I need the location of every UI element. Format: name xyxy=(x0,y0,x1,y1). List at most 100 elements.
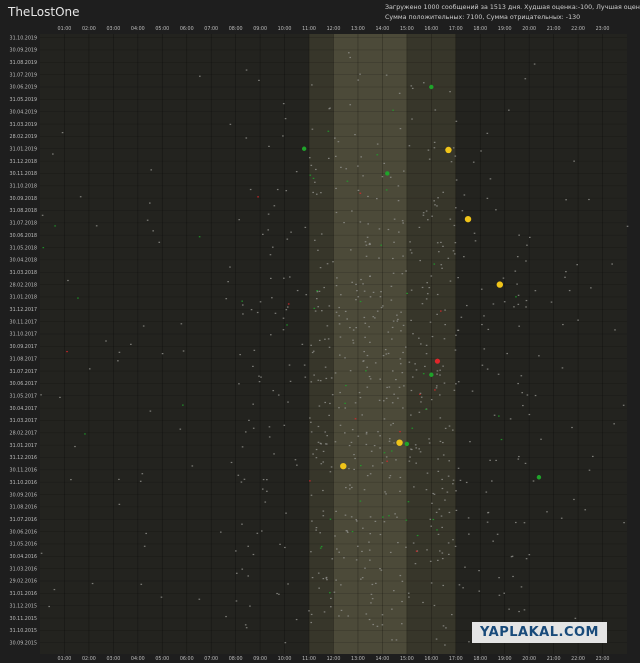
post-marker xyxy=(418,226,421,229)
post-marker xyxy=(326,263,329,265)
post-marker xyxy=(329,518,332,520)
post-marker xyxy=(344,407,347,409)
post-marker xyxy=(310,421,312,423)
y-tick-label: 31.03.2018 xyxy=(10,270,37,276)
post-marker xyxy=(344,514,347,516)
band-inner xyxy=(333,34,407,654)
x-tick-label-bottom: 19:00 xyxy=(498,656,512,662)
x-tick-label-top: 19:00 xyxy=(498,26,512,32)
x-axis-bottom: 01:00 02:00 03:00 04:00 05:00 06:00 07:00 08:00… xyxy=(58,656,610,662)
post-marker xyxy=(395,639,398,641)
post-marker xyxy=(379,296,382,298)
post-marker xyxy=(442,191,445,193)
post-marker xyxy=(565,271,567,273)
post-marker xyxy=(285,190,288,192)
post-marker xyxy=(313,307,316,309)
post-marker xyxy=(339,336,342,338)
x-axis-top: 01:00 02:00 03:00 04:00 05:00 06:00 07:00 08:00… xyxy=(58,26,610,32)
post-marker xyxy=(337,141,340,143)
post-marker xyxy=(388,386,391,388)
x-tick-label-bottom: 04:00 xyxy=(131,656,145,662)
post-marker xyxy=(354,134,356,136)
post-marker xyxy=(343,557,345,559)
post-marker xyxy=(449,280,452,282)
post-marker xyxy=(487,328,490,331)
post-marker xyxy=(252,365,254,367)
post-marker xyxy=(348,468,350,470)
x-tick-label-bottom: 17:00 xyxy=(449,656,463,662)
y-tick-label: 30.09.2018 xyxy=(10,196,37,202)
post-marker xyxy=(365,613,368,615)
post-marker xyxy=(396,516,398,518)
post-marker xyxy=(149,202,151,204)
post-marker xyxy=(241,300,243,302)
post-marker xyxy=(495,459,497,462)
post-marker xyxy=(150,169,153,171)
post-marker xyxy=(191,465,194,467)
post-marker xyxy=(444,427,447,430)
post-marker xyxy=(382,400,385,402)
x-tick-label-top: 07:00 xyxy=(204,26,218,32)
post-marker xyxy=(440,264,443,266)
post-marker xyxy=(324,401,327,404)
post-marker xyxy=(430,582,433,584)
x-tick-label-top: 15:00 xyxy=(400,26,414,32)
post-marker xyxy=(492,540,494,542)
post-marker xyxy=(351,281,353,283)
y-tick-label: 30.04.2019 xyxy=(10,109,37,115)
post-marker xyxy=(329,402,331,405)
post-marker xyxy=(276,188,279,191)
post-marker xyxy=(334,441,337,443)
post-marker xyxy=(395,379,397,381)
post-marker xyxy=(346,318,349,320)
post-marker xyxy=(279,543,281,545)
post-marker xyxy=(436,385,438,387)
post-marker xyxy=(391,326,394,329)
post-marker xyxy=(408,460,411,462)
post-marker xyxy=(448,460,451,462)
post-marker xyxy=(351,530,354,533)
post-marker xyxy=(357,545,359,547)
post-marker xyxy=(182,350,185,352)
post-marker xyxy=(448,553,450,556)
post-marker xyxy=(422,601,424,604)
post-marker xyxy=(336,277,338,279)
post-marker xyxy=(333,591,336,593)
y-tick-label: 30.09.2015 xyxy=(10,640,37,646)
x-tick-label-bottom: 15:00 xyxy=(400,656,414,662)
post-marker xyxy=(516,283,518,285)
post-marker xyxy=(437,197,439,199)
post-marker xyxy=(432,518,435,521)
post-marker xyxy=(435,511,438,514)
post-marker xyxy=(296,464,298,466)
post-marker xyxy=(411,376,414,378)
post-marker xyxy=(359,73,361,75)
post-marker xyxy=(415,369,418,371)
post-marker xyxy=(591,455,594,458)
post-marker xyxy=(506,352,508,355)
post-marker xyxy=(268,145,270,147)
post-marker xyxy=(276,592,278,595)
y-tick-label: 31.08.2018 xyxy=(10,208,37,214)
post-marker xyxy=(351,429,354,431)
post-marker xyxy=(310,494,313,496)
x-tick-label-top: 08:00 xyxy=(229,26,243,32)
post-marker xyxy=(315,529,317,531)
post-marker xyxy=(425,353,428,355)
post-marker xyxy=(357,189,360,191)
post-marker xyxy=(319,267,322,269)
post-marker xyxy=(564,276,566,278)
post-marker xyxy=(397,185,400,187)
post-marker xyxy=(364,567,366,569)
post-marker xyxy=(308,610,310,612)
post-marker xyxy=(514,270,517,272)
post-marker xyxy=(282,135,284,137)
post-marker xyxy=(318,405,321,407)
post-marker xyxy=(521,392,524,394)
post-marker xyxy=(363,316,366,319)
post-marker xyxy=(287,583,289,585)
post-marker xyxy=(245,627,248,629)
post-marker xyxy=(379,435,381,437)
best-rated-post-point xyxy=(496,281,504,288)
post-marker xyxy=(287,303,290,305)
